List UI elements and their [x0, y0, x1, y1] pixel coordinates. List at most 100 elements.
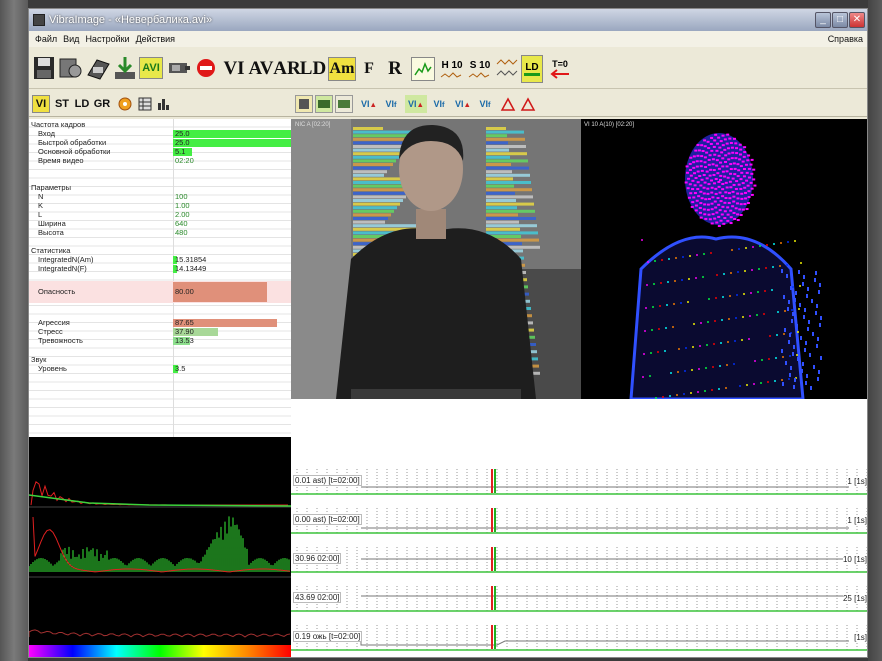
track-scale: 1 [1s]	[847, 516, 867, 525]
track-scale: 10 [1s]	[842, 555, 867, 564]
reset-time-button[interactable]: T=0	[547, 55, 573, 83]
vi-n-f-icon[interactable]: VI f	[429, 95, 449, 113]
param-row: Ширина 640	[29, 219, 291, 228]
param-row: Быстрой обработки 25.0	[29, 138, 291, 147]
param-value: 15.31854	[175, 255, 207, 264]
timeline-track: 0.00 ast) [t=02:00] 1 [1s]	[291, 506, 867, 536]
vi-tab[interactable]: VI	[32, 95, 50, 113]
chart-icon[interactable]	[155, 96, 171, 112]
video-original: NIC A [02:20]	[291, 119, 581, 399]
film-icon[interactable]	[315, 95, 333, 113]
vi-n2-up-icon[interactable]: VI ▲	[453, 95, 473, 113]
menu-file[interactable]: Файл	[35, 34, 57, 44]
param-label: K	[38, 201, 44, 210]
app-icon	[33, 14, 45, 26]
param-value: 1.00	[175, 201, 190, 210]
histogram-plot	[29, 481, 292, 657]
section-title: Звук	[31, 355, 47, 364]
menu-view[interactable]: Вид	[63, 34, 79, 44]
download-icon[interactable]	[113, 55, 137, 81]
vi-button[interactable]: VI	[221, 57, 247, 81]
track-label: 0.00 ast) [t=02:00]	[293, 514, 362, 525]
frame-icon[interactable]	[295, 95, 313, 113]
param-row: IntegratedN(F) 14.13449	[29, 264, 291, 273]
param-row: L 2.00	[29, 210, 291, 219]
target-icon[interactable]	[117, 96, 133, 112]
main-toolbar: AVI VI AV AR LD Am F R H 10 S 10 LD T=0	[29, 49, 867, 89]
section-header: Статистика	[29, 246, 291, 255]
av-button[interactable]: AV	[248, 57, 274, 81]
param-value: 25.0	[175, 138, 190, 147]
param-label: Ширина	[38, 219, 66, 228]
timeline-track: 0.19 ожь [t=02:00] [1s]	[291, 623, 867, 653]
gr-tab[interactable]: GR	[93, 95, 111, 113]
ld-tab[interactable]: LD	[73, 95, 91, 113]
video-vibraimage: VI 10 A(10) [02:20]	[581, 119, 867, 399]
ld-toggle-button[interactable]: LD	[521, 55, 543, 83]
h10-button[interactable]: H 10	[439, 55, 465, 83]
param-value: 2.00	[175, 210, 190, 219]
stop-icon[interactable]	[195, 57, 217, 79]
background-left	[0, 0, 28, 661]
maximize-button[interactable]: □	[832, 12, 848, 28]
vi-f-icon[interactable]: VI f	[381, 95, 401, 113]
close-button[interactable]: ✕	[849, 12, 865, 28]
menu-actions[interactable]: Действия	[136, 34, 175, 44]
delta-up-icon[interactable]	[499, 95, 517, 113]
s10-button[interactable]: S 10	[467, 55, 493, 83]
param-value: 480	[175, 228, 188, 237]
save-icon[interactable]	[33, 55, 55, 81]
param-label: N	[38, 192, 44, 201]
grid-icon[interactable]	[137, 96, 153, 112]
param-label: IntegratedN(Am)	[38, 255, 94, 264]
vi-n2-f-icon[interactable]: VI f	[475, 95, 495, 113]
menu-settings[interactable]: Настройки	[85, 34, 129, 44]
r-button[interactable]: R	[385, 57, 405, 81]
print-icon[interactable]	[85, 55, 111, 81]
section-title: Статистика	[31, 246, 71, 255]
param-bar	[173, 138, 291, 147]
param-label: Основной обработки	[38, 147, 111, 156]
param-value: 640	[175, 219, 188, 228]
param-value: 5.1	[175, 147, 186, 156]
ld-button[interactable]: LD	[300, 57, 326, 81]
track-label: 0.19 ожь [t=02:00]	[293, 631, 363, 642]
section-header: Параметры	[29, 183, 291, 192]
param-value: 02:20	[175, 156, 194, 165]
vi-up-icon[interactable]: VI ▲	[359, 95, 379, 113]
vi-n-up-icon[interactable]: VI ▲	[405, 95, 427, 113]
minimize-button[interactable]: _	[815, 12, 831, 28]
param-row: IntegratedN(Am) 15.31854	[29, 255, 291, 264]
timeline-charts: 0.01 ast) [t=02:00] 1 [1s] 0.00 ast) [t=02…	[291, 461, 867, 657]
param-value: 13.53	[175, 336, 194, 345]
param-label: Быстрой обработки	[38, 138, 107, 147]
delta-f-icon[interactable]	[519, 95, 537, 113]
waves-icon[interactable]	[495, 55, 519, 83]
st-tab[interactable]: ST	[53, 95, 71, 113]
param-row: Основной обработки 5.1	[29, 147, 291, 156]
param-label: Опасность	[38, 287, 76, 296]
settings-tool-icon[interactable]	[57, 55, 83, 81]
param-label: Стресс	[38, 327, 63, 336]
camera-icon[interactable]	[167, 57, 191, 79]
menu-help[interactable]: Справка	[828, 34, 863, 44]
param-value: 37.90	[175, 327, 194, 336]
param-label: L	[38, 210, 43, 219]
param-row: Вход 25.0	[29, 129, 291, 138]
section-title: Частота кадров	[31, 120, 86, 129]
timeline-track: 43.69 02:00] 25 [1s]	[291, 584, 867, 614]
timeline-track: 30.96 02:00] 10 [1s]	[291, 545, 867, 575]
parameters-panel: Частота кадров Вход 25.0 Быстрой обработки 2…	[29, 119, 291, 437]
avi-button[interactable]: AVI	[139, 57, 163, 79]
ar-button[interactable]: AR	[273, 57, 300, 81]
am-button[interactable]: Am	[328, 57, 356, 81]
track-scale: 1 [1s]	[847, 477, 867, 486]
graph-icon[interactable]	[411, 57, 435, 81]
param-value: 3.5	[175, 364, 186, 373]
secondary-toolbar: VI ST LD GR VI ▲ VI f VI ▲ VI f VI ▲ VI f	[29, 91, 867, 117]
layer-icon[interactable]	[335, 95, 353, 113]
param-row: Время видео 02:20	[29, 156, 291, 165]
param-value: 100	[175, 192, 188, 201]
f-button[interactable]: F	[359, 57, 379, 81]
param-label: Вход	[38, 129, 55, 138]
